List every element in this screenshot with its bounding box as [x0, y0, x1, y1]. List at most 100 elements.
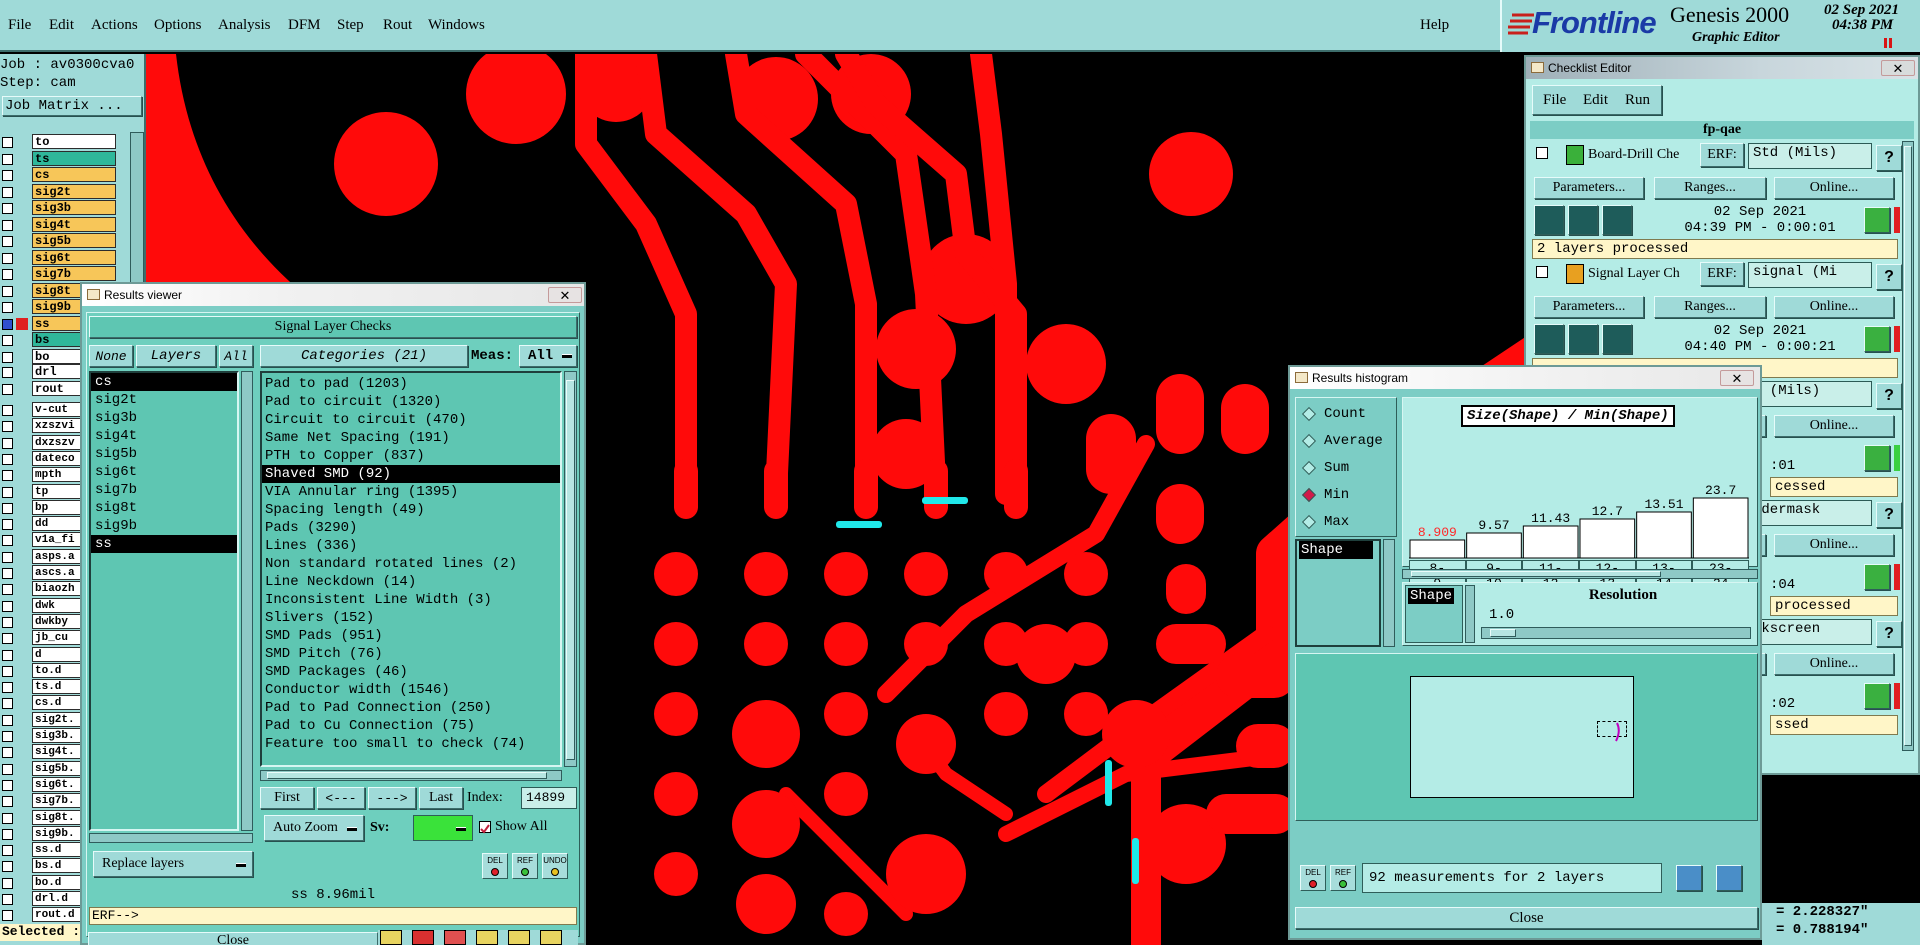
- close-icon[interactable]: ✕: [1881, 60, 1915, 76]
- layer-row[interactable]: sig5b: [0, 233, 146, 249]
- erf-field[interactable]: G (Mils): [1748, 381, 1872, 407]
- layer-checkbox[interactable]: [2, 584, 13, 596]
- online-button[interactable]: Online...: [1774, 415, 1894, 437]
- zoom-icon[interactable]: [1864, 207, 1890, 233]
- shape-field-scrollbar[interactable]: [1465, 585, 1475, 643]
- help-button[interactable]: ?: [1876, 145, 1902, 171]
- layer-checkbox[interactable]: [2, 351, 13, 363]
- first-button[interactable]: First: [260, 787, 314, 809]
- category-list-item[interactable]: Lines (336): [262, 537, 560, 555]
- layer-list-item[interactable]: sig4t: [91, 427, 237, 445]
- layer-checkbox[interactable]: [2, 470, 13, 482]
- histogram-report-icon[interactable]: [1716, 865, 1742, 891]
- help-button[interactable]: ?: [1876, 502, 1902, 528]
- layers-list-scrollbar[interactable]: [241, 371, 253, 831]
- layer-checkbox[interactable]: [2, 137, 13, 148]
- histogram-titlebar[interactable]: Results histogram: [1290, 367, 1760, 389]
- tool-icon[interactable]: [540, 930, 562, 945]
- show-all-checkbox[interactable]: [479, 821, 491, 834]
- layer-checkbox[interactable]: [2, 302, 13, 313]
- help-button[interactable]: ?: [1876, 383, 1902, 409]
- layer-checkbox[interactable]: [2, 665, 13, 677]
- online-button[interactable]: Online...: [1774, 534, 1894, 556]
- menu-options[interactable]: Options: [154, 17, 202, 34]
- layer-checkbox[interactable]: [2, 910, 13, 922]
- layer-name[interactable]: to: [32, 134, 116, 149]
- erf-field[interactable]: ldermask: [1748, 500, 1872, 526]
- ranges-button[interactable]: Ranges...: [1654, 296, 1766, 318]
- layer-checkbox[interactable]: [2, 384, 13, 395]
- layer-checkbox[interactable]: [2, 600, 13, 612]
- del-button[interactable]: DEL: [1300, 865, 1326, 891]
- erf-command-field[interactable]: ERF-->: [89, 907, 577, 925]
- menu-analysis[interactable]: Analysis: [218, 17, 271, 34]
- run-check-icon[interactable]: [1602, 205, 1632, 235]
- layers-hscrollbar[interactable]: [89, 833, 253, 843]
- tool-icon[interactable]: [476, 930, 498, 945]
- shape-list-scrollbar[interactable]: [1383, 539, 1395, 647]
- category-list-item[interactable]: Non standard rotated lines (2): [262, 555, 560, 573]
- layer-row[interactable]: sig6t: [0, 249, 146, 266]
- run-check-icon[interactable]: [1568, 324, 1598, 354]
- layer-checkbox[interactable]: [2, 682, 13, 694]
- layer-list-item[interactable]: sig8t: [91, 499, 237, 517]
- layer-checkbox[interactable]: [2, 698, 13, 710]
- layer-checkbox[interactable]: [2, 421, 13, 433]
- preview-canvas[interactable]: [1410, 676, 1634, 798]
- category-list-item[interactable]: Spacing length (49): [262, 501, 560, 519]
- layer-list-item[interactable]: ss: [91, 535, 237, 553]
- layer-name[interactable]: sig7b: [32, 266, 116, 281]
- undo-button[interactable]: UNDO: [542, 853, 568, 879]
- menu-step[interactable]: Step: [337, 17, 364, 34]
- parameters-button[interactable]: Parameters...: [1534, 177, 1644, 199]
- category-list-item[interactable]: Pads (3290): [262, 519, 560, 537]
- layer-checkbox[interactable]: [2, 649, 13, 661]
- layer-checkbox[interactable]: [2, 252, 13, 264]
- layer-checkbox[interactable]: [2, 236, 13, 247]
- layer-checkbox[interactable]: [2, 285, 13, 297]
- online-button[interactable]: Online...: [1774, 296, 1894, 318]
- results-viewer-titlebar[interactable]: Results viewer: [82, 284, 584, 306]
- layer-checkbox[interactable]: [2, 747, 13, 759]
- zoom-icon[interactable]: [1864, 326, 1890, 352]
- histogram-bar[interactable]: [1409, 539, 1466, 559]
- layer-checkbox[interactable]: [2, 269, 13, 280]
- layer-row[interactable]: to↙: [0, 134, 146, 150]
- tool-icon[interactable]: [380, 930, 402, 945]
- category-list-item[interactable]: Circuit to circuit (470): [262, 411, 560, 429]
- zoom-icon[interactable]: [1864, 564, 1890, 590]
- tool-icon[interactable]: [508, 930, 530, 945]
- layer-row[interactable]: cs↙: [0, 167, 146, 183]
- radio-min[interactable]: Min: [1301, 485, 1392, 505]
- erf-field[interactable]: signal (Mi: [1748, 262, 1872, 288]
- layer-checkbox[interactable]: [2, 763, 13, 775]
- check-name[interactable]: Board-Drill Che: [1588, 147, 1679, 163]
- category-list-item[interactable]: Pad to Pad Connection (250): [262, 699, 560, 717]
- layer-checkbox[interactable]: [2, 367, 13, 378]
- category-list-item[interactable]: Feature too small to check (74): [262, 735, 560, 753]
- layer-checkbox[interactable]: [2, 845, 13, 857]
- histogram-bar[interactable]: [1579, 518, 1636, 559]
- ref-button[interactable]: REF: [1330, 865, 1356, 891]
- layer-checkbox[interactable]: [2, 894, 13, 905]
- results-viewer-close-button[interactable]: Close: [88, 932, 378, 945]
- layer-list-item[interactable]: sig5b: [91, 445, 237, 463]
- parameters-button[interactable]: Parameters...: [1534, 296, 1644, 318]
- checklist-menu-run[interactable]: Run: [1625, 92, 1650, 109]
- category-list-item[interactable]: Line Neckdown (14): [262, 573, 560, 591]
- ref-button[interactable]: REF: [512, 853, 538, 879]
- checklist-scrollbar[interactable]: [1902, 141, 1914, 751]
- checklist-menu-edit[interactable]: Edit: [1583, 92, 1608, 109]
- category-list-item[interactable]: VIA Annular ring (1395): [262, 483, 560, 501]
- category-list-item[interactable]: SMD Pads (951): [262, 627, 560, 645]
- layer-name[interactable]: sig3b: [32, 200, 116, 215]
- histogram-bar[interactable]: [1636, 511, 1692, 559]
- erf-field[interactable]: lkscreen: [1748, 619, 1872, 645]
- help-button[interactable]: ?: [1876, 264, 1902, 290]
- auto-zoom-dropdown[interactable]: Auto Zoom: [264, 815, 364, 841]
- run-check-icon[interactable]: [1534, 205, 1564, 235]
- categories-list[interactable]: Pad to pad (1203) Pad to circuit (1320) Ci…: [260, 371, 562, 767]
- layer-list-item[interactable]: sig3b: [91, 409, 237, 427]
- layer-checkbox[interactable]: [2, 877, 13, 889]
- layer-list-item[interactable]: sig2t: [91, 391, 237, 409]
